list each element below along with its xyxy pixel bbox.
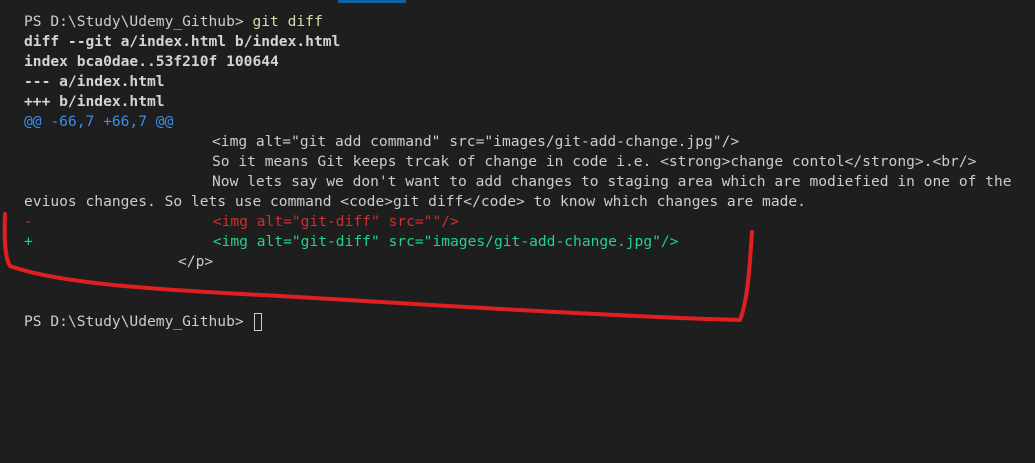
context-line: <img alt="git add command" src="images/g… <box>212 133 740 150</box>
terminal-output: PS D:\Study\Udemy_Github> git diff diff … <box>24 12 1035 332</box>
added-marker: + <box>24 233 33 250</box>
prompt-line[interactable]: PS D:\Study\Udemy_Github> <box>24 312 1035 332</box>
closing-tag-line: </p> <box>178 253 214 270</box>
prompt: PS D:\Study\Udemy_Github> <box>24 13 253 30</box>
terminal-panel[interactable]: PS D:\Study\Udemy_Github> git diff diff … <box>0 0 1035 463</box>
context-line: So it means Git keeps trcak of change in… <box>212 153 977 170</box>
diff-header-line: diff --git a/index.html b/index.html <box>24 33 341 50</box>
prompt: PS D:\Study\Udemy_Github> <box>24 313 253 330</box>
context-line-wrapped: eviuos changes. So lets use command <cod… <box>24 193 806 210</box>
command-text: git diff <box>252 13 323 30</box>
old-file-line: --- a/index.html <box>24 73 165 90</box>
new-file-line: +++ b/index.html <box>24 93 165 110</box>
removed-marker: - <box>24 213 33 230</box>
active-tab-indicator <box>338 0 406 3</box>
removed-line: - <img alt="git-diff" src=""/> <box>24 212 1035 232</box>
command-line: PS D:\Study\Udemy_Github> git diff <box>24 12 1035 32</box>
text-cursor <box>254 313 263 331</box>
added-line: + <img alt="git-diff" src="images/git-add… <box>24 232 1035 252</box>
hunk-header: @@ -66,7 +66,7 @@ <box>24 113 174 130</box>
index-line: index bca0dae..53f210f 100644 <box>24 53 279 70</box>
added-text: <img alt="git-diff" src="images/git-add-… <box>212 233 679 250</box>
context-line: Now lets say we don't want to add change… <box>212 173 1012 190</box>
removed-text: <img alt="git-diff" src=""/> <box>212 213 459 230</box>
